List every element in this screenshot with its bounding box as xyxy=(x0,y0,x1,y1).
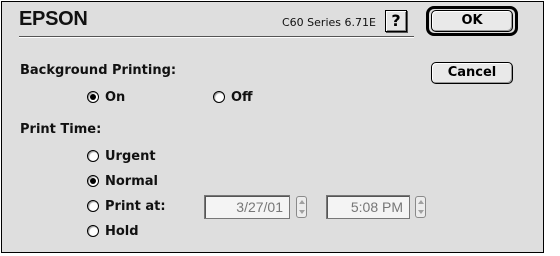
background-off-radio[interactable]: Off xyxy=(213,89,253,105)
chevron-down-icon xyxy=(298,210,305,214)
urgent-radio[interactable]: Urgent xyxy=(87,148,156,164)
date-stepper[interactable] xyxy=(296,196,307,218)
print-time-field[interactable]: 5:08 PM xyxy=(326,195,410,219)
print-time-label: Print Time: xyxy=(20,122,102,137)
chevron-up-icon xyxy=(298,200,305,204)
chevron-up-icon xyxy=(417,200,424,204)
radio-label: Hold xyxy=(105,223,139,239)
hold-radio[interactable]: Hold xyxy=(87,223,139,239)
radio-dot xyxy=(87,175,99,187)
normal-radio[interactable]: Normal xyxy=(87,173,158,189)
print-options-dialog: EPSON C60 Series 6.71E ? OK Cancel Backg… xyxy=(1,1,544,253)
epson-logo: EPSON xyxy=(19,8,88,30)
radio-label: Normal xyxy=(105,173,158,189)
background-on-radio[interactable]: On xyxy=(87,89,125,105)
cancel-button[interactable]: Cancel xyxy=(431,62,513,84)
chevron-down-icon xyxy=(417,210,424,214)
radio-label: Print at: xyxy=(105,198,166,214)
radio-label: Urgent xyxy=(105,148,156,164)
help-button[interactable]: ? xyxy=(385,10,407,32)
radio-dot xyxy=(87,225,99,237)
print-date-field[interactable]: 3/27/01 xyxy=(204,195,290,219)
driver-version: C60 Series 6.71E xyxy=(282,16,376,29)
header-divider xyxy=(19,36,414,38)
time-stepper[interactable] xyxy=(415,196,426,218)
radio-dot xyxy=(87,150,99,162)
radio-label: Off xyxy=(231,89,253,105)
radio-label: On xyxy=(105,89,126,105)
ok-button[interactable]: OK xyxy=(431,10,513,32)
print-at-radio[interactable]: Print at: xyxy=(87,198,166,214)
radio-dot xyxy=(87,200,99,212)
background-printing-label: Background Printing: xyxy=(20,63,177,78)
radio-dot xyxy=(87,91,99,103)
radio-dot xyxy=(213,91,225,103)
